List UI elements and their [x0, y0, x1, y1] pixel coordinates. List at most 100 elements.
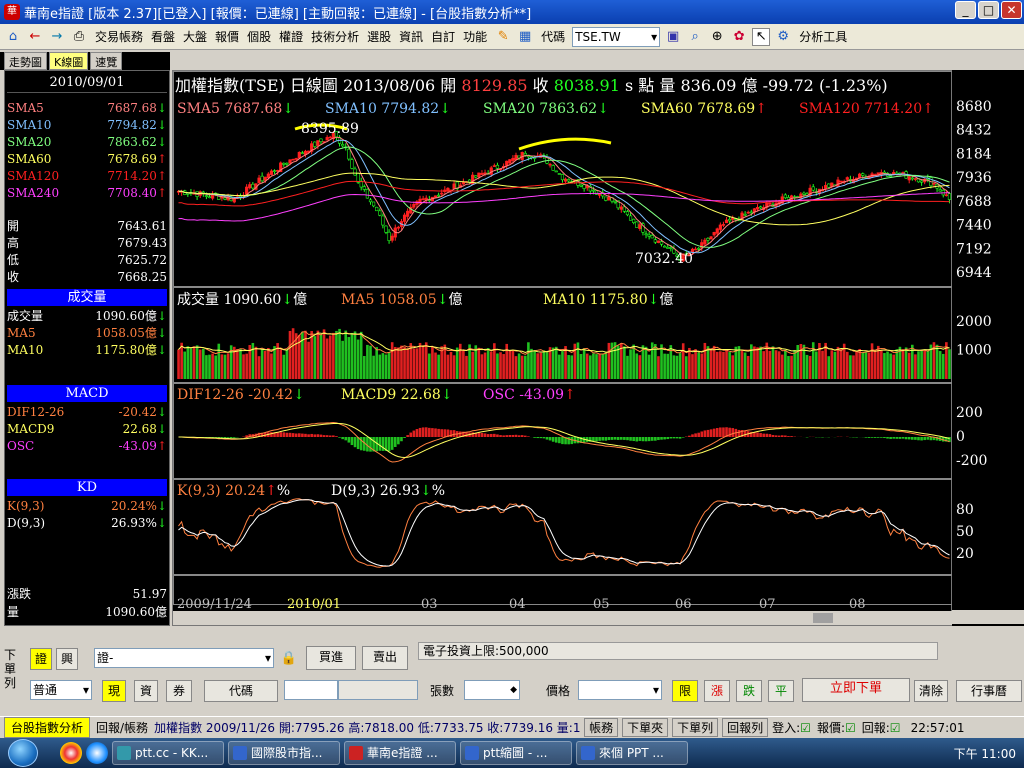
chart-icon[interactable]: ▦ [516, 28, 534, 46]
qty-input[interactable]: ◆ [464, 680, 520, 700]
cash-button[interactable]: 現 [102, 680, 126, 702]
kline-chart[interactable]: 2009/11/24 2010/01 03 04 05 06 07 08 8395.89 7032… [172, 70, 953, 626]
chrome-icon[interactable] [60, 742, 82, 764]
menu-item-2[interactable]: 大盤 [180, 26, 210, 47]
pen-icon[interactable]: ✎ [494, 28, 512, 46]
order-book-button[interactable]: 下單夾 [622, 718, 669, 737]
print-icon[interactable]: ⎙ [70, 28, 88, 46]
margin-button[interactable]: 資 [134, 680, 158, 702]
login-status-label: 登入: [772, 721, 801, 735]
candle [297, 151, 301, 159]
osc-bar [654, 437, 657, 441]
flat-button[interactable]: 平 [768, 680, 794, 702]
tab-overview[interactable]: 速覽 [90, 52, 123, 70]
account-select[interactable]: 證- ▾ [94, 648, 274, 668]
code-select[interactable]: TSE.TW ▾ [572, 26, 661, 47]
axis-label: 80 [956, 502, 974, 518]
reply-list-button[interactable]: 回報列 [722, 718, 769, 737]
menu-item-3[interactable]: 報價 [212, 26, 242, 47]
calendar-button[interactable]: 行事曆 [956, 680, 1022, 702]
menu-item-7[interactable]: 選股 [364, 26, 394, 47]
menu-item-8[interactable]: 資訊 [396, 26, 426, 47]
macd-row: DIF12-26 -20.42↓ [7, 403, 167, 420]
start-button[interactable] [8, 739, 38, 767]
osc-bar [715, 428, 719, 437]
status-tab-reply[interactable]: 回報/帳務 [90, 718, 154, 737]
volume-bar [935, 344, 939, 379]
acct-button[interactable]: 帳務 [584, 718, 619, 737]
ma-line-sma10 [178, 139, 950, 254]
tools-icon[interactable]: ✿ [730, 28, 748, 46]
candle-body [368, 199, 373, 203]
volume-bar [288, 330, 292, 379]
short-button[interactable]: 券 [166, 680, 192, 702]
menu-item-0[interactable]: 交易帳務 [92, 26, 146, 47]
axis-label: 7936 [956, 170, 992, 186]
sell-button[interactable]: 賣出 [362, 646, 408, 670]
pointer-icon[interactable]: ↖ [752, 27, 771, 46]
buy-button[interactable]: 買進 [306, 646, 356, 670]
candle [282, 162, 286, 167]
osc-bar [520, 435, 524, 437]
securities-tab[interactable]: 證 [30, 648, 52, 670]
menu-item-1[interactable]: 看盤 [148, 26, 178, 47]
volume-bar [892, 354, 896, 379]
menu-item-5[interactable]: 權證 [276, 26, 306, 47]
clear-button[interactable]: 清除 [914, 680, 948, 702]
minimize-button[interactable]: _ [955, 1, 976, 19]
order-type-select[interactable]: 普通 ▾ [30, 680, 92, 700]
volume-bar [350, 332, 354, 379]
volume-bar [564, 346, 567, 379]
arrow-down-icon: ↓ [441, 387, 453, 403]
status-tab-analysis[interactable]: 台股指數分析 [4, 717, 91, 738]
candle-body [938, 189, 942, 192]
osc-bar [883, 437, 886, 439]
spin-icon[interactable]: ◆ [510, 681, 517, 699]
analysis-icon[interactable]: ⚙ [774, 28, 792, 46]
taskbar-item-1[interactable]: 國際股市指... [228, 741, 340, 765]
limit-down-button[interactable]: 跌 [736, 680, 762, 702]
menu-item-4[interactable]: 個股 [244, 26, 274, 47]
taskbar-item-4[interactable]: 來個 PPT ... [576, 741, 688, 765]
status-time: 22:57:01 [910, 720, 965, 735]
tab-kline[interactable]: K線圖 [49, 52, 89, 70]
futures-tab[interactable]: 興 [56, 648, 78, 670]
osc-bar [688, 435, 691, 437]
candle [492, 163, 496, 167]
candle-body [715, 228, 719, 234]
tab-trend[interactable]: 走勢圖 [4, 52, 47, 70]
analysis-tool-menu[interactable]: 分析工具 [796, 26, 850, 47]
submit-order-button[interactable]: 立即下單 [802, 678, 910, 702]
back-icon[interactable]: ← [26, 28, 44, 46]
taskbar-item-3[interactable]: ptt縮圖 - ... [460, 741, 572, 765]
close-button[interactable]: ✕ [1001, 1, 1022, 19]
taskbar-item-0[interactable]: ptt.cc - KK... [112, 741, 224, 765]
panel-date: 2010/09/01 [7, 75, 167, 93]
osc-bar [743, 430, 747, 437]
candle-body [300, 152, 304, 155]
candle [353, 166, 357, 176]
name-field [338, 680, 418, 700]
quote-icon[interactable]: ▣ [664, 28, 682, 46]
menu-item-9[interactable]: 自訂 [428, 26, 458, 47]
volume-bar [421, 345, 425, 379]
menu-item-6[interactable]: 技術分析 [308, 26, 362, 47]
forward-icon[interactable]: → [48, 28, 66, 46]
lock-icon[interactable]: 🔒 [280, 649, 298, 667]
code-button[interactable]: 代碼 [204, 680, 278, 702]
price-input[interactable]: ▾ [578, 680, 662, 700]
limit-up-button[interactable]: 漲 [704, 680, 730, 702]
taskbar-item-2[interactable]: 華南e指證 ... [344, 741, 456, 765]
browser-icon[interactable] [86, 742, 108, 764]
volume-bar [177, 349, 180, 379]
code-input[interactable] [284, 680, 338, 700]
volume-bar [883, 353, 886, 379]
order-list-button[interactable]: 下單列 [672, 718, 719, 737]
maximize-button[interactable]: □ [978, 1, 999, 19]
home-icon[interactable]: ⌂ [4, 28, 22, 46]
limit-button[interactable]: 限 [672, 680, 698, 702]
osc-bar [771, 434, 775, 437]
zoom-icon[interactable]: ⊕ [708, 28, 726, 46]
search-icon[interactable]: ⌕ [686, 28, 704, 46]
menu-item-10[interactable]: 功能 [460, 26, 490, 47]
